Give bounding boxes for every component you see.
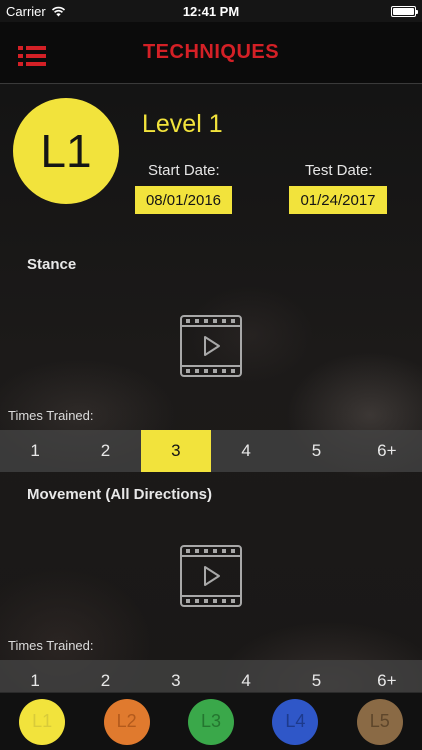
page-title: TECHNIQUES — [142, 41, 280, 63]
test-date-field[interactable]: 01/24/2017 — [289, 186, 387, 214]
status-bar: Carrier 12:41 PM — [0, 0, 422, 22]
tab-level-5[interactable]: L5 — [356, 698, 403, 745]
times-option-3-selected[interactable]: 3 — [140, 430, 211, 472]
play-video-icon[interactable] — [180, 315, 242, 377]
start-date-label: Start Date: — [148, 162, 220, 179]
times-option-5[interactable]: 5 — [281, 430, 351, 472]
list-menu-icon[interactable] — [18, 45, 46, 67]
times-trained-selector: 1 2 3 4 5 6+ — [0, 430, 422, 472]
times-trained-label: Times Trained: — [8, 638, 94, 653]
play-video-icon[interactable] — [180, 545, 242, 607]
test-date-label: Test Date: — [305, 162, 373, 179]
nav-bar: TECHNIQUES — [0, 22, 422, 84]
status-left: Carrier — [6, 4, 66, 19]
carrier-label: Carrier — [6, 3, 46, 19]
battery-fill — [393, 7, 414, 15]
times-trained-label: Times Trained: — [8, 408, 94, 423]
wifi-icon — [51, 6, 65, 16]
times-option-1[interactable]: 1 — [0, 430, 70, 472]
times-option-2[interactable]: 2 — [70, 430, 140, 472]
level-tab-bar: L1 L2 L3 L4 L5 — [0, 692, 422, 750]
times-option-6-plus[interactable]: 6+ — [352, 430, 422, 472]
tab-level-1[interactable]: L1 — [19, 698, 66, 745]
tab-level-4[interactable]: L4 — [272, 698, 319, 745]
level-badge: L1 — [13, 98, 119, 204]
start-date-field[interactable]: 08/01/2016 — [135, 186, 232, 214]
tab-level-3[interactable]: L3 — [187, 698, 234, 745]
technique-title: Movement (All Directions) — [27, 486, 213, 503]
level-title: Level 1 — [142, 110, 223, 138]
times-option-4[interactable]: 4 — [211, 430, 281, 472]
tab-level-2[interactable]: L2 — [103, 698, 150, 745]
technique-title: Stance — [27, 256, 77, 273]
battery-icon — [391, 5, 418, 17]
